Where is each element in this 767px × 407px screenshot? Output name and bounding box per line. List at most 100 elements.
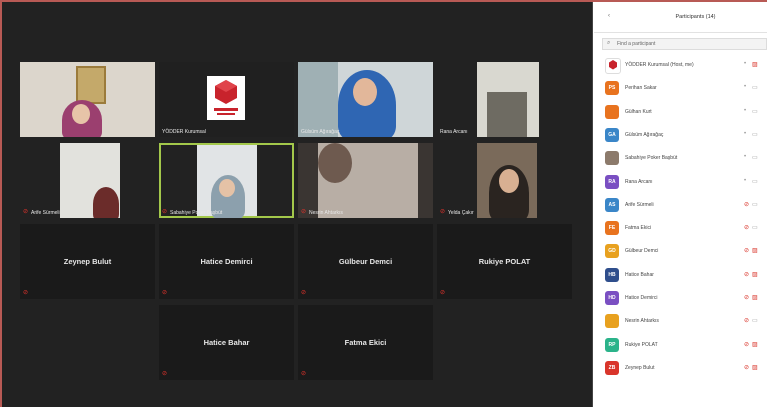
name-tile[interactable]: Hatice Demirci ⊘ — [159, 224, 294, 299]
camera-off-icon[interactable]: ▨ — [752, 61, 758, 68]
participant-name: Rana Arcanı — [625, 178, 653, 185]
camera-off-icon[interactable]: ▨ — [752, 364, 758, 371]
video-gallery: YÖDDER Kurumsal Gülsüm Ağırağaç Rana Arc… — [2, 2, 593, 407]
video-tile[interactable]: Rana Arcanı — [437, 62, 572, 137]
mic-muted-icon: ⊘ — [23, 209, 29, 215]
avatar: GA — [605, 127, 619, 142]
participant-row[interactable]: Nesrin Ahtarkıs ⊘ ▭ — [594, 310, 767, 332]
video-tile[interactable]: ⊘ Arife Sürmeli — [20, 143, 155, 218]
avatar — [605, 58, 621, 74]
participant-row[interactable]: FE Fatma Ekici ⊘ ▭ — [594, 217, 767, 239]
participant-row[interactable]: GD Gülbeur Demci ⊘ ▨ — [594, 240, 767, 262]
mic-icon[interactable]: • — [744, 178, 746, 184]
participant-row[interactable]: PS Perihan Sakar • ▭ — [594, 77, 767, 99]
video-tile[interactable]: Gülsüm Ağırağaç — [298, 62, 433, 137]
mic-muted-icon: ⊘ — [162, 371, 168, 377]
participant-row[interactable]: AS Arife Sürmeli ⊘ ▭ — [594, 194, 767, 216]
participant-name: Fatma Ekici — [344, 338, 387, 347]
mic-muted-icon[interactable]: ⊘ — [744, 294, 749, 301]
camera-icon[interactable]: ▭ — [752, 108, 758, 115]
participant-row[interactable]: YÖDDER Kurumsal (Host, me) • ▨ — [594, 54, 767, 76]
name-tile[interactable]: Hatice Bahar ⊘ — [159, 305, 294, 380]
avatar: HB — [605, 267, 619, 282]
mic-muted-icon[interactable]: ⊘ — [744, 224, 749, 231]
camera-icon[interactable]: ▭ — [752, 201, 758, 208]
avatar — [605, 151, 619, 166]
mic-muted-icon[interactable]: ⊘ — [744, 247, 749, 254]
camera-icon[interactable]: ▭ — [752, 178, 758, 185]
participant-row[interactable]: HB Hatice Bahar ⊘ ▨ — [594, 264, 767, 286]
face — [353, 78, 377, 106]
participant-name: Sabahiye Poker Başbüt — [625, 155, 678, 162]
video-tile[interactable] — [20, 62, 155, 137]
mic-icon[interactable]: • — [744, 108, 746, 114]
camera-off-icon[interactable]: ▨ — [752, 341, 758, 348]
mic-muted-icon[interactable]: ⊘ — [744, 271, 749, 278]
video-tile[interactable]: YÖDDER Kurumsal — [159, 62, 294, 137]
camera-icon[interactable]: ▭ — [752, 131, 758, 138]
participant-row[interactable]: HD Hatice Demirci ⊘ ▨ — [594, 287, 767, 309]
video-tile-active-speaker[interactable]: ⊘ Sabahiye Poker Başbüt — [159, 143, 294, 218]
wall-frame — [76, 66, 106, 104]
mic-icon[interactable]: • — [744, 131, 746, 137]
participant-row[interactable]: GA Gülsüm Ağırağaç • ▭ — [594, 124, 767, 146]
camera-off-icon[interactable]: ▨ — [752, 247, 758, 254]
participant-row[interactable]: Gülhan Kurt • ▭ — [594, 101, 767, 123]
camera-icon[interactable]: ▭ — [752, 317, 758, 324]
avatar: GD — [605, 244, 619, 259]
mic-muted-icon[interactable]: ⊘ — [744, 201, 749, 208]
face — [499, 169, 519, 193]
tile-caption: Yelda Çakır — [448, 210, 474, 216]
participant-row[interactable]: RA Rana Arcanı • ▭ — [594, 171, 767, 193]
name-tile[interactable]: Fatma Ekici ⊘ — [298, 305, 433, 380]
name-tile[interactable]: Gülbeur Demci ⊘ — [298, 224, 433, 299]
avatar: HD — [605, 291, 619, 305]
mic-icon[interactable]: • — [744, 84, 746, 90]
participant-row[interactable]: RP Rukiye POLAT ⊘ ▨ — [594, 334, 767, 356]
participant-video — [318, 143, 352, 183]
name-tile[interactable]: Rukiye POLAT ⊘ — [437, 224, 572, 299]
tile-caption: Nesrin Ahtarkıs — [309, 210, 343, 216]
video-tile[interactable]: ⊘ Nesrin Ahtarkıs — [298, 143, 433, 218]
participant-name: Rukiye POLAT — [478, 257, 531, 266]
video-tile[interactable]: ⊘ Yelda Çakır — [437, 143, 572, 218]
avatar: PS — [605, 81, 619, 96]
avatar — [605, 314, 619, 329]
mic-muted-icon[interactable]: ⊘ — [744, 341, 749, 348]
mic-muted-icon[interactable]: ⊘ — [744, 317, 749, 324]
participant-row[interactable]: ZB Zeynep Bulut ⊘ ▨ — [594, 357, 767, 379]
name-tile[interactable]: Zeynep Bulut ⊘ — [20, 224, 155, 299]
mic-icon[interactable]: • — [744, 154, 746, 160]
camera-icon[interactable]: ▭ — [752, 154, 758, 161]
mic-muted-icon: ⊘ — [162, 290, 168, 296]
collapse-arrow-icon[interactable]: ‹ — [608, 13, 610, 19]
participant-video — [93, 187, 119, 218]
participant-name: Gülbeur Demci — [338, 257, 393, 266]
face — [219, 179, 235, 197]
mic-muted-icon: ⊘ — [23, 290, 29, 296]
participant-name: Hatice Demirci — [200, 257, 253, 266]
mic-muted-icon[interactable]: ⊘ — [744, 364, 749, 371]
camera-icon[interactable]: ▭ — [752, 224, 758, 231]
mic-muted-icon: ⊘ — [301, 371, 307, 377]
participant-row[interactable]: Sabahiye Poker Başbüt • ▭ — [594, 147, 767, 169]
tile-caption: Gülsüm Ağırağaç — [301, 129, 340, 135]
camera-off-icon[interactable]: ▨ — [752, 294, 758, 301]
participant-search[interactable]: ⌕ Find a participant — [602, 38, 767, 50]
background-door — [298, 62, 338, 137]
background-furniture — [487, 92, 527, 137]
participant-name: Gülsüm Ağırağaç — [625, 131, 664, 138]
avatar: FE — [605, 221, 619, 236]
participant-name: Zeynep Bulut — [63, 257, 112, 266]
avatar: RP — [605, 337, 619, 352]
camera-off-icon[interactable]: ▨ — [752, 271, 758, 278]
mic-muted-icon: ⊘ — [440, 209, 446, 215]
participant-name: Nesrin Ahtarkıs — [625, 318, 659, 325]
participant-name: Hatice Demirci — [625, 295, 658, 301]
search-icon: ⌕ — [607, 40, 611, 46]
participants-panel: ‹ Participants (14) ⌕ Find a participant… — [594, 2, 767, 407]
avatar: ZB — [605, 360, 619, 375]
camera-icon[interactable]: ▭ — [752, 84, 758, 91]
mic-icon[interactable]: • — [744, 61, 746, 67]
participant-name: Gülbeur Demci — [625, 248, 659, 255]
